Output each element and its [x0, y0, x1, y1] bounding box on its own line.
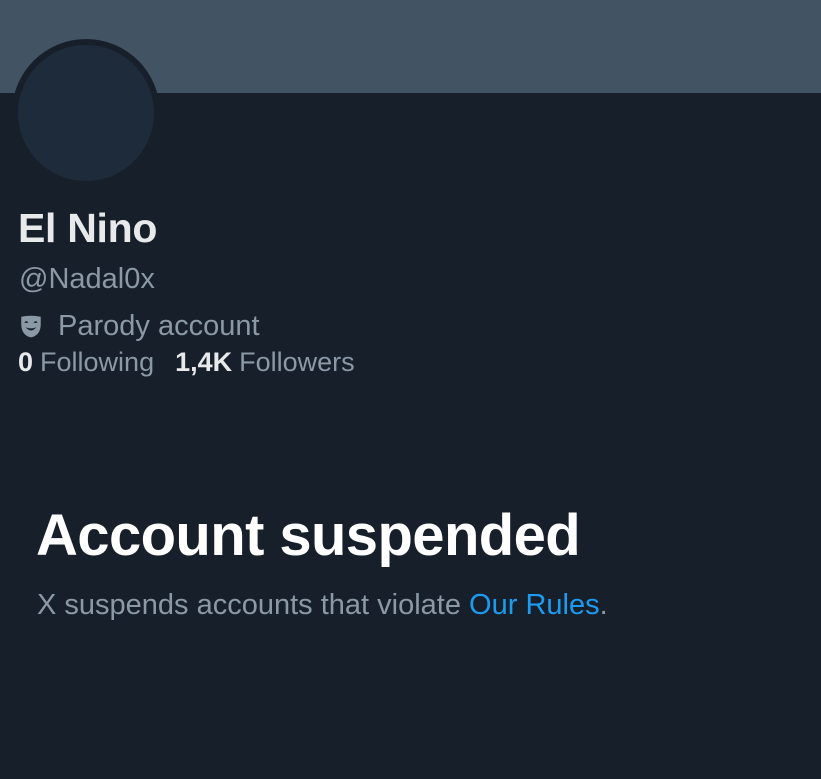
- profile-display-name: El Nino: [18, 205, 158, 251]
- avatar[interactable]: [12, 39, 160, 187]
- followers-link[interactable]: 1,4K Followers: [175, 344, 355, 380]
- account-suspended-description: X suspends accounts that violate Our Rul…: [37, 586, 608, 624]
- profile-handle: @Nadal0x: [19, 263, 155, 295]
- description-period: .: [599, 589, 608, 621]
- following-label: Following: [40, 347, 155, 377]
- parody-label: Parody account: [58, 310, 260, 342]
- parody-mask-icon: [18, 313, 44, 339]
- avatar-placeholder: [18, 45, 154, 181]
- following-link[interactable]: 0 Following: [18, 344, 154, 380]
- profile-content-area: [0, 93, 821, 779]
- our-rules-link[interactable]: Our Rules: [469, 589, 600, 621]
- follow-stats: 0 Following 1,4K Followers: [18, 344, 376, 380]
- account-suspended-title: Account suspended: [36, 503, 581, 568]
- following-count: 0: [18, 347, 34, 377]
- description-text: X suspends accounts that violate: [37, 589, 470, 621]
- parody-badge: Parody account: [18, 308, 260, 344]
- followers-label: Followers: [239, 347, 355, 377]
- followers-count: 1,4K: [175, 347, 233, 377]
